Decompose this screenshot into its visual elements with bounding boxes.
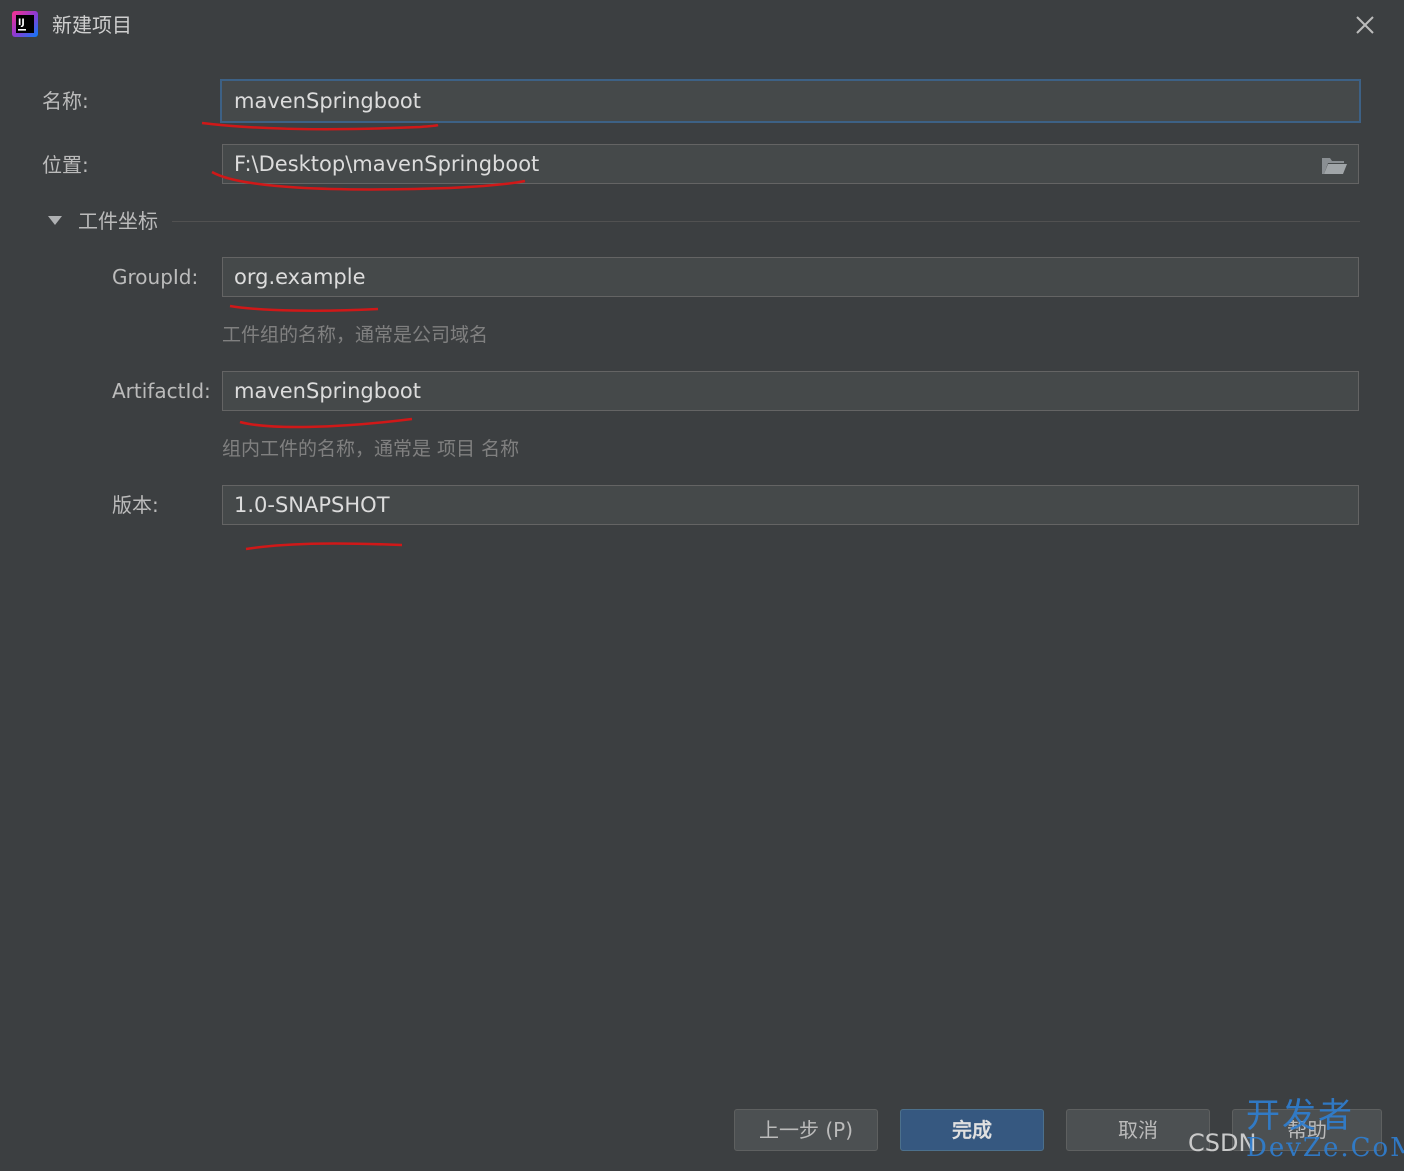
name-label: 名称: <box>42 89 89 113</box>
version-input[interactable]: 1.0-SNAPSHOT <box>222 485 1359 525</box>
version-label: 版本: <box>112 493 159 517</box>
devze-watermark-sub: DevZe.CoM <box>1246 1133 1404 1163</box>
previous-button[interactable]: 上一步 (P) <box>734 1109 878 1151</box>
artifactid-label: ArtifactId: <box>112 379 211 403</box>
section-divider <box>172 221 1360 222</box>
groupid-label: GroupId: <box>112 265 199 289</box>
artifactid-hint: 组内工件的名称，通常是 项目 名称 <box>222 438 520 460</box>
collapse-triangle-icon[interactable] <box>46 213 64 229</box>
window-title: 新建项目 <box>52 13 132 37</box>
finish-button[interactable]: 完成 <box>900 1109 1044 1151</box>
location-input[interactable]: F:\Desktop\mavenSpringboot <box>222 144 1359 184</box>
name-input[interactable]: mavenSpringboot <box>220 79 1361 123</box>
devze-watermark: 开发者 DevZe.CoM <box>1246 1098 1404 1162</box>
location-value: F:\Desktop\mavenSpringboot <box>234 152 540 176</box>
svg-text:IJ: IJ <box>18 18 25 28</box>
folder-open-icon[interactable] <box>1320 154 1348 176</box>
groupid-input[interactable]: org.example <box>222 257 1359 297</box>
section-title-artifact-coordinates[interactable]: 工件坐标 <box>78 207 158 235</box>
artifactid-input[interactable]: mavenSpringboot <box>222 371 1359 411</box>
close-icon[interactable] <box>1350 10 1380 40</box>
title-bar: IJ 新建项目 <box>0 0 1404 52</box>
groupid-hint: 工件组的名称，通常是公司域名 <box>222 324 489 346</box>
devze-watermark-title: 开发者 <box>1246 1096 1354 1136</box>
location-label: 位置: <box>42 153 89 177</box>
intellij-idea-icon: IJ <box>12 11 38 37</box>
